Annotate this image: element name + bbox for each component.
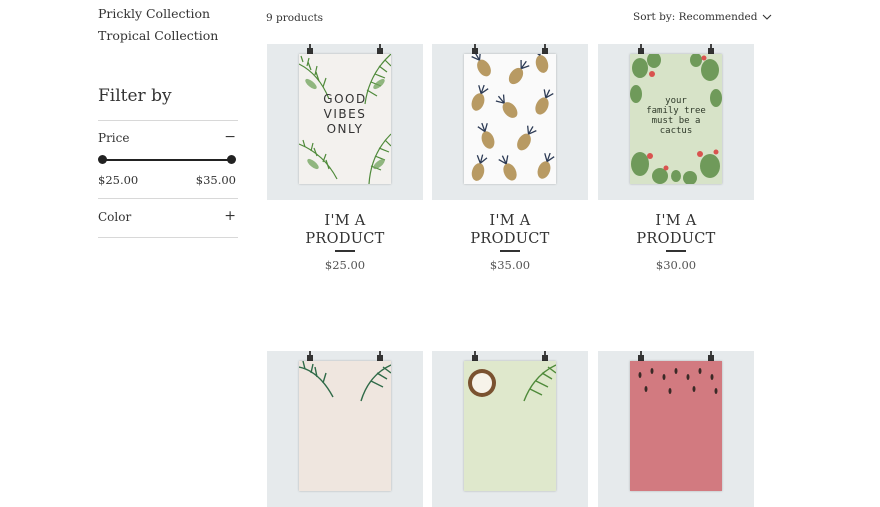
poster-watermelon (630, 361, 722, 491)
collection-link-prickly[interactable]: Prickly Collection (98, 6, 210, 21)
price-slider-min-handle[interactable] (98, 155, 107, 164)
color-expand-toggle[interactable]: + (224, 208, 236, 224)
name-divider (335, 250, 355, 252)
name-divider (500, 250, 520, 252)
product-price: $30.00 (655, 258, 697, 272)
product-image[interactable] (598, 351, 754, 507)
product-name[interactable]: I'M A PRODUCT (267, 212, 423, 248)
product-image[interactable] (432, 44, 588, 200)
product-image[interactable] (267, 351, 423, 507)
product-price: $35.00 (489, 258, 531, 272)
poster-pineapples (464, 54, 556, 184)
product-count: 9 products (266, 12, 324, 24)
divider (98, 120, 238, 121)
poster-tropical-leaves (299, 361, 391, 491)
chevron-down-icon (762, 14, 771, 20)
sort-label: Sort by: Recommended (633, 11, 758, 23)
poster-coconut (464, 361, 556, 491)
product-image[interactable] (432, 351, 588, 507)
name-divider (666, 250, 686, 252)
product-name[interactable]: I'M A PRODUCT (598, 212, 754, 248)
price-max-value: $35.00 (195, 173, 236, 187)
poster-text: your family tree must be a cactus (646, 96, 706, 136)
product-name[interactable]: I'M A PRODUCT (432, 212, 588, 248)
price-slider-track[interactable] (102, 159, 232, 161)
product-price: $25.00 (324, 258, 366, 272)
color-filter-label[interactable]: Color (98, 210, 131, 224)
sort-dropdown[interactable]: Sort by: Recommended (633, 11, 772, 23)
price-collapse-toggle[interactable]: − (224, 129, 236, 145)
price-filter-label[interactable]: Price (98, 131, 129, 145)
divider (98, 198, 238, 199)
price-min-value: $25.00 (98, 173, 139, 187)
collection-link-tropical[interactable]: Tropical Collection (98, 28, 218, 43)
divider (98, 237, 238, 238)
price-slider-max-handle[interactable] (227, 155, 236, 164)
poster-text: GOOD VIBES ONLY (323, 92, 367, 136)
filter-title: Filter by (98, 86, 172, 106)
